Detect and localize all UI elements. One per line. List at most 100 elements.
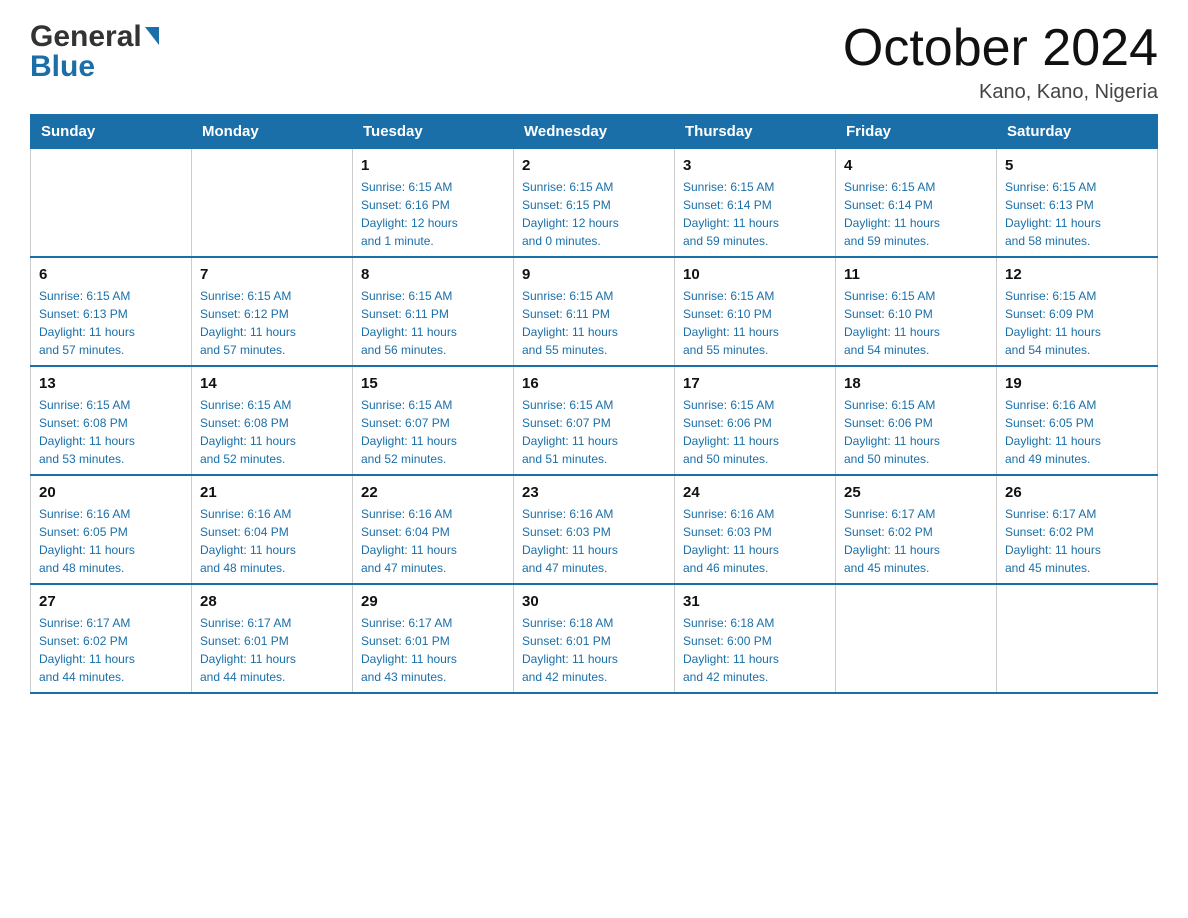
day-number: 17 <box>683 373 827 394</box>
day-info: Sunrise: 6:15 AMSunset: 6:09 PMDaylight:… <box>1005 287 1149 359</box>
day-info: Sunrise: 6:15 AMSunset: 6:11 PMDaylight:… <box>522 287 666 359</box>
calendar-cell: 20Sunrise: 6:16 AMSunset: 6:05 PMDayligh… <box>31 475 192 584</box>
calendar-cell: 8Sunrise: 6:15 AMSunset: 6:11 PMDaylight… <box>353 257 514 366</box>
calendar-header-row: SundayMondayTuesdayWednesdayThursdayFrid… <box>31 115 1158 149</box>
calendar-cell: 3Sunrise: 6:15 AMSunset: 6:14 PMDaylight… <box>675 149 836 258</box>
day-number: 21 <box>200 482 344 503</box>
day-info: Sunrise: 6:15 AMSunset: 6:10 PMDaylight:… <box>683 287 827 359</box>
month-year-title: October 2024 <box>843 20 1158 77</box>
day-number: 12 <box>1005 264 1149 285</box>
day-number: 30 <box>522 591 666 612</box>
calendar-cell: 10Sunrise: 6:15 AMSunset: 6:10 PMDayligh… <box>675 257 836 366</box>
day-info: Sunrise: 6:15 AMSunset: 6:14 PMDaylight:… <box>683 178 827 250</box>
day-number: 7 <box>200 264 344 285</box>
week-row-3: 13Sunrise: 6:15 AMSunset: 6:08 PMDayligh… <box>31 366 1158 475</box>
calendar-cell: 14Sunrise: 6:15 AMSunset: 6:08 PMDayligh… <box>192 366 353 475</box>
header-sunday: Sunday <box>31 115 192 149</box>
calendar-cell: 9Sunrise: 6:15 AMSunset: 6:11 PMDaylight… <box>514 257 675 366</box>
logo: General Blue <box>30 20 159 84</box>
day-number: 6 <box>39 264 183 285</box>
day-info: Sunrise: 6:17 AMSunset: 6:01 PMDaylight:… <box>361 614 505 686</box>
week-row-1: 1Sunrise: 6:15 AMSunset: 6:16 PMDaylight… <box>31 149 1158 258</box>
day-number: 11 <box>844 264 988 285</box>
day-info: Sunrise: 6:15 AMSunset: 6:10 PMDaylight:… <box>844 287 988 359</box>
day-number: 9 <box>522 264 666 285</box>
day-number: 29 <box>361 591 505 612</box>
page-header: General Blue October 2024 Kano, Kano, Ni… <box>30 20 1158 104</box>
day-number: 31 <box>683 591 827 612</box>
week-row-4: 20Sunrise: 6:16 AMSunset: 6:05 PMDayligh… <box>31 475 1158 584</box>
calendar-cell: 11Sunrise: 6:15 AMSunset: 6:10 PMDayligh… <box>836 257 997 366</box>
header-saturday: Saturday <box>997 115 1158 149</box>
calendar-cell: 4Sunrise: 6:15 AMSunset: 6:14 PMDaylight… <box>836 149 997 258</box>
day-number: 27 <box>39 591 183 612</box>
calendar-table: SundayMondayTuesdayWednesdayThursdayFrid… <box>30 114 1158 694</box>
day-number: 2 <box>522 155 666 176</box>
day-info: Sunrise: 6:15 AMSunset: 6:07 PMDaylight:… <box>522 396 666 468</box>
day-number: 8 <box>361 264 505 285</box>
day-info: Sunrise: 6:15 AMSunset: 6:06 PMDaylight:… <box>844 396 988 468</box>
location-subtitle: Kano, Kano, Nigeria <box>843 81 1158 104</box>
day-info: Sunrise: 6:15 AMSunset: 6:08 PMDaylight:… <box>39 396 183 468</box>
calendar-cell <box>836 584 997 693</box>
day-info: Sunrise: 6:16 AMSunset: 6:05 PMDaylight:… <box>39 505 183 577</box>
day-info: Sunrise: 6:15 AMSunset: 6:12 PMDaylight:… <box>200 287 344 359</box>
calendar-cell: 7Sunrise: 6:15 AMSunset: 6:12 PMDaylight… <box>192 257 353 366</box>
calendar-cell: 19Sunrise: 6:16 AMSunset: 6:05 PMDayligh… <box>997 366 1158 475</box>
day-number: 28 <box>200 591 344 612</box>
day-info: Sunrise: 6:15 AMSunset: 6:14 PMDaylight:… <box>844 178 988 250</box>
day-info: Sunrise: 6:15 AMSunset: 6:08 PMDaylight:… <box>200 396 344 468</box>
logo-blue-text: Blue <box>30 50 159 84</box>
day-info: Sunrise: 6:16 AMSunset: 6:03 PMDaylight:… <box>522 505 666 577</box>
day-info: Sunrise: 6:16 AMSunset: 6:04 PMDaylight:… <box>361 505 505 577</box>
day-info: Sunrise: 6:16 AMSunset: 6:05 PMDaylight:… <box>1005 396 1149 468</box>
day-info: Sunrise: 6:17 AMSunset: 6:02 PMDaylight:… <box>1005 505 1149 577</box>
day-info: Sunrise: 6:15 AMSunset: 6:06 PMDaylight:… <box>683 396 827 468</box>
calendar-cell: 30Sunrise: 6:18 AMSunset: 6:01 PMDayligh… <box>514 584 675 693</box>
calendar-cell: 13Sunrise: 6:15 AMSunset: 6:08 PMDayligh… <box>31 366 192 475</box>
calendar-cell <box>192 149 353 258</box>
day-number: 20 <box>39 482 183 503</box>
day-number: 19 <box>1005 373 1149 394</box>
header-thursday: Thursday <box>675 115 836 149</box>
calendar-cell: 18Sunrise: 6:15 AMSunset: 6:06 PMDayligh… <box>836 366 997 475</box>
day-info: Sunrise: 6:15 AMSunset: 6:07 PMDaylight:… <box>361 396 505 468</box>
header-monday: Monday <box>192 115 353 149</box>
day-info: Sunrise: 6:18 AMSunset: 6:00 PMDaylight:… <box>683 614 827 686</box>
day-number: 1 <box>361 155 505 176</box>
calendar-cell: 16Sunrise: 6:15 AMSunset: 6:07 PMDayligh… <box>514 366 675 475</box>
day-info: Sunrise: 6:16 AMSunset: 6:03 PMDaylight:… <box>683 505 827 577</box>
day-number: 18 <box>844 373 988 394</box>
day-info: Sunrise: 6:15 AMSunset: 6:11 PMDaylight:… <box>361 287 505 359</box>
day-info: Sunrise: 6:17 AMSunset: 6:02 PMDaylight:… <box>39 614 183 686</box>
calendar-cell: 24Sunrise: 6:16 AMSunset: 6:03 PMDayligh… <box>675 475 836 584</box>
week-row-5: 27Sunrise: 6:17 AMSunset: 6:02 PMDayligh… <box>31 584 1158 693</box>
calendar-cell: 17Sunrise: 6:15 AMSunset: 6:06 PMDayligh… <box>675 366 836 475</box>
day-info: Sunrise: 6:17 AMSunset: 6:02 PMDaylight:… <box>844 505 988 577</box>
calendar-cell: 5Sunrise: 6:15 AMSunset: 6:13 PMDaylight… <box>997 149 1158 258</box>
day-info: Sunrise: 6:15 AMSunset: 6:16 PMDaylight:… <box>361 178 505 250</box>
day-info: Sunrise: 6:18 AMSunset: 6:01 PMDaylight:… <box>522 614 666 686</box>
calendar-cell: 29Sunrise: 6:17 AMSunset: 6:01 PMDayligh… <box>353 584 514 693</box>
calendar-cell: 21Sunrise: 6:16 AMSunset: 6:04 PMDayligh… <box>192 475 353 584</box>
calendar-cell <box>31 149 192 258</box>
day-number: 10 <box>683 264 827 285</box>
calendar-cell: 28Sunrise: 6:17 AMSunset: 6:01 PMDayligh… <box>192 584 353 693</box>
day-number: 5 <box>1005 155 1149 176</box>
day-info: Sunrise: 6:15 AMSunset: 6:13 PMDaylight:… <box>1005 178 1149 250</box>
day-number: 22 <box>361 482 505 503</box>
day-number: 25 <box>844 482 988 503</box>
day-info: Sunrise: 6:15 AMSunset: 6:13 PMDaylight:… <box>39 287 183 359</box>
calendar-cell: 26Sunrise: 6:17 AMSunset: 6:02 PMDayligh… <box>997 475 1158 584</box>
day-number: 14 <box>200 373 344 394</box>
calendar-cell: 2Sunrise: 6:15 AMSunset: 6:15 PMDaylight… <box>514 149 675 258</box>
title-area: October 2024 Kano, Kano, Nigeria <box>843 20 1158 104</box>
calendar-cell <box>997 584 1158 693</box>
logo-triangle-icon <box>145 27 159 45</box>
day-number: 13 <box>39 373 183 394</box>
header-wednesday: Wednesday <box>514 115 675 149</box>
day-number: 26 <box>1005 482 1149 503</box>
day-number: 4 <box>844 155 988 176</box>
calendar-cell: 27Sunrise: 6:17 AMSunset: 6:02 PMDayligh… <box>31 584 192 693</box>
day-info: Sunrise: 6:16 AMSunset: 6:04 PMDaylight:… <box>200 505 344 577</box>
